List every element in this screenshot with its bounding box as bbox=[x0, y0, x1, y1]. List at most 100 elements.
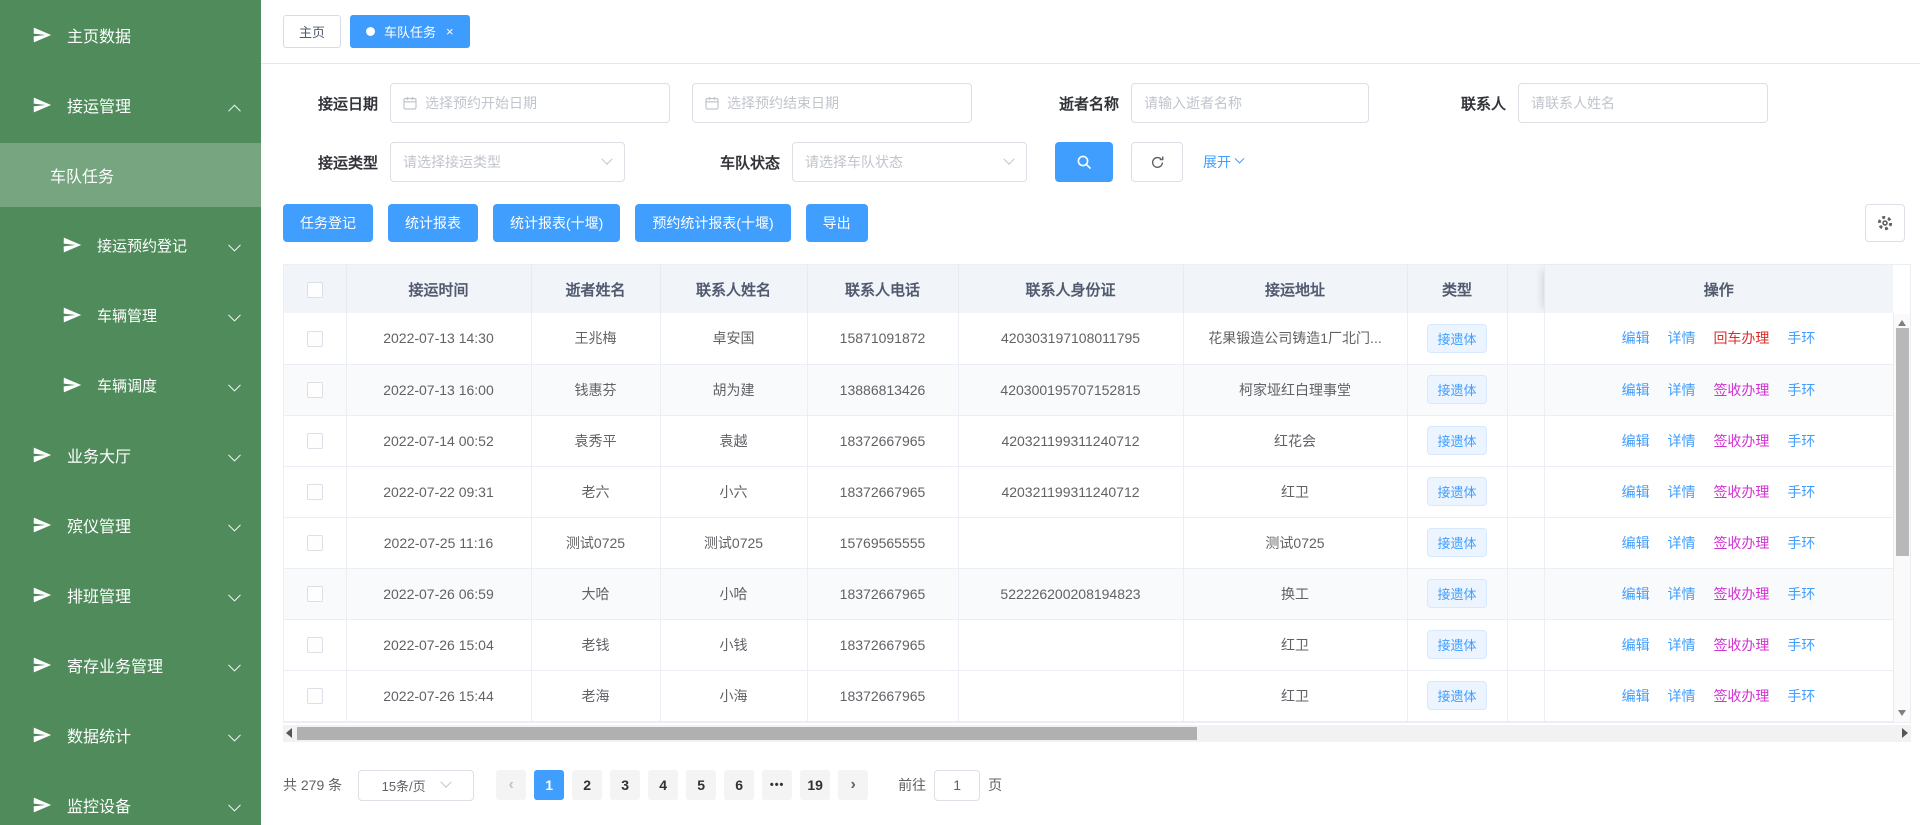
sidebar-item-monitoring-devices[interactable]: 监控设备 bbox=[0, 770, 261, 825]
cell-deceased: 大哈 bbox=[531, 568, 660, 619]
cell-phone: 18372667965 bbox=[807, 568, 958, 619]
sidebar-item-business-hall[interactable]: 业务大厅 bbox=[0, 420, 261, 490]
deceased-name-input[interactable]: 请输入逝者名称 bbox=[1131, 83, 1369, 123]
sidebar-item-transport-booking[interactable]: 接运预约登记 bbox=[0, 210, 261, 280]
detail-link[interactable]: 详情 bbox=[1668, 330, 1696, 346]
edit-link[interactable]: 编辑 bbox=[1622, 586, 1650, 602]
deceased-name-label: 逝者名称 bbox=[1024, 93, 1119, 114]
select-all-checkbox[interactable] bbox=[307, 282, 323, 298]
page-button-2[interactable]: 2 bbox=[572, 770, 602, 800]
filter-row-2: 接运类型 请选择接运类型 车队状态 请选择车队状态 展开 bbox=[283, 142, 1920, 182]
stats-report-shiyan-button[interactable]: 统计报表(十堰) bbox=[493, 204, 620, 242]
export-button[interactable]: 导出 bbox=[806, 204, 868, 242]
sidebar-item-vehicle-dispatch[interactable]: 车辆调度 bbox=[0, 350, 261, 420]
next-page-button[interactable]: › bbox=[838, 770, 868, 800]
transport-type-select[interactable]: 请选择接运类型 bbox=[390, 142, 625, 182]
detail-link[interactable]: 详情 bbox=[1668, 433, 1696, 449]
vertical-scrollbar[interactable] bbox=[1893, 314, 1910, 722]
fleet-status-select[interactable]: 请选择车队状态 bbox=[792, 142, 1027, 182]
wristband-link[interactable]: 手环 bbox=[1787, 484, 1815, 500]
page-button-5[interactable]: 5 bbox=[686, 770, 716, 800]
sign-off-link[interactable]: 签收办理 bbox=[1713, 484, 1769, 500]
page-button-6[interactable]: 6 bbox=[724, 770, 754, 800]
scroll-left-icon[interactable] bbox=[286, 728, 292, 738]
sign-off-link[interactable]: 签收办理 bbox=[1713, 433, 1769, 449]
detail-link[interactable]: 详情 bbox=[1668, 382, 1696, 398]
scroll-up-icon[interactable] bbox=[1898, 320, 1906, 326]
sign-off-link[interactable]: 签收办理 bbox=[1713, 637, 1769, 653]
sidebar-item-funeral-mgmt[interactable]: 殡仪管理 bbox=[0, 490, 261, 560]
sidebar-item-transport-mgmt[interactable]: 接运管理 bbox=[0, 70, 261, 140]
edit-link[interactable]: 编辑 bbox=[1622, 382, 1650, 398]
sidebar-item-data-statistics[interactable]: 数据统计 bbox=[0, 700, 261, 770]
booking-stats-report-shiyan-button[interactable]: 预约统计报表(十堰) bbox=[635, 204, 790, 242]
edit-link[interactable]: 编辑 bbox=[1622, 535, 1650, 551]
date-end-input[interactable]: 选择预约结束日期 bbox=[692, 83, 972, 123]
row-checkbox[interactable] bbox=[307, 637, 323, 653]
edit-link[interactable]: 编辑 bbox=[1622, 433, 1650, 449]
settings-button[interactable] bbox=[1865, 204, 1905, 242]
wristband-link[interactable]: 手环 bbox=[1787, 637, 1815, 653]
wristband-link[interactable]: 手环 bbox=[1787, 433, 1815, 449]
date-start-input[interactable]: 选择预约开始日期 bbox=[390, 83, 670, 123]
row-checkbox[interactable] bbox=[307, 688, 323, 704]
edit-link[interactable]: 编辑 bbox=[1622, 688, 1650, 704]
page-size-select[interactable]: 15条/页 bbox=[358, 770, 474, 801]
more-pages-button[interactable]: ••• bbox=[762, 770, 792, 800]
scroll-down-icon[interactable] bbox=[1898, 710, 1906, 716]
detail-link[interactable]: 详情 bbox=[1668, 484, 1696, 500]
vertical-scrollbar-thumb[interactable] bbox=[1896, 328, 1909, 556]
row-checkbox[interactable] bbox=[307, 535, 323, 551]
page-button-1[interactable]: 1 bbox=[534, 770, 564, 800]
sign-off-link[interactable]: 签收办理 bbox=[1713, 586, 1769, 602]
sidebar-item-shift-mgmt[interactable]: 排班管理 bbox=[0, 560, 261, 630]
page-button-4[interactable]: 4 bbox=[648, 770, 678, 800]
sign-off-link[interactable]: 签收办理 bbox=[1713, 688, 1769, 704]
sidebar-item-fleet-tasks[interactable]: 车队任务 bbox=[0, 143, 261, 207]
row-checkbox[interactable] bbox=[307, 382, 323, 398]
row-checkbox[interactable] bbox=[307, 586, 323, 602]
edit-link[interactable]: 编辑 bbox=[1622, 330, 1650, 346]
task-register-button[interactable]: 任务登记 bbox=[283, 204, 373, 242]
wristband-link[interactable]: 手环 bbox=[1787, 382, 1815, 398]
detail-link[interactable]: 详情 bbox=[1668, 688, 1696, 704]
refresh-button[interactable] bbox=[1131, 142, 1183, 182]
horizontal-scrollbar-thumb[interactable] bbox=[297, 727, 1197, 740]
scroll-right-icon[interactable] bbox=[1902, 728, 1908, 738]
type-badge: 接遗体 bbox=[1427, 579, 1486, 608]
wristband-link[interactable]: 手环 bbox=[1787, 586, 1815, 602]
row-checkbox[interactable] bbox=[307, 484, 323, 500]
paper-plane-icon bbox=[32, 95, 52, 115]
wristband-link[interactable]: 手环 bbox=[1787, 535, 1815, 551]
horizontal-scrollbar[interactable] bbox=[283, 725, 1911, 742]
sidebar-item-home-data[interactable]: 主页数据 bbox=[0, 0, 261, 70]
contact-name-input[interactable]: 请联系人姓名 bbox=[1518, 83, 1768, 123]
page-button-19[interactable]: 19 bbox=[800, 770, 830, 800]
sign-off-link[interactable]: 签收办理 bbox=[1713, 382, 1769, 398]
chevron-down-icon bbox=[230, 385, 239, 394]
edit-link[interactable]: 编辑 bbox=[1622, 637, 1650, 653]
sidebar-item-storage-mgmt[interactable]: 寄存业务管理 bbox=[0, 630, 261, 700]
close-icon[interactable]: × bbox=[446, 24, 454, 39]
sidebar-item-vehicle-mgmt[interactable]: 车辆管理 bbox=[0, 280, 261, 350]
search-button[interactable] bbox=[1055, 142, 1113, 182]
detail-link[interactable]: 详情 bbox=[1668, 637, 1696, 653]
expand-link[interactable]: 展开 bbox=[1203, 152, 1245, 172]
paper-plane-icon bbox=[62, 375, 82, 395]
prev-page-button[interactable]: ‹ bbox=[496, 770, 526, 800]
wristband-link[interactable]: 手环 bbox=[1787, 330, 1815, 346]
wristband-link[interactable]: 手环 bbox=[1787, 688, 1815, 704]
tab-home[interactable]: 主页 bbox=[283, 15, 341, 48]
edit-link[interactable]: 编辑 bbox=[1622, 484, 1650, 500]
detail-link[interactable]: 详情 bbox=[1668, 586, 1696, 602]
row-checkbox[interactable] bbox=[307, 433, 323, 449]
page-button-3[interactable]: 3 bbox=[610, 770, 640, 800]
sign-off-link[interactable]: 签收办理 bbox=[1713, 535, 1769, 551]
row-checkbox[interactable] bbox=[307, 331, 323, 347]
return-vehicle-link[interactable]: 回车办理 bbox=[1713, 330, 1769, 346]
detail-link[interactable]: 详情 bbox=[1668, 535, 1696, 551]
stats-report-button[interactable]: 统计报表 bbox=[388, 204, 478, 242]
tab-fleet-tasks[interactable]: 车队任务 × bbox=[350, 15, 470, 48]
placeholder-text: 请联系人姓名 bbox=[1531, 93, 1615, 113]
goto-page-input[interactable] bbox=[934, 770, 980, 801]
